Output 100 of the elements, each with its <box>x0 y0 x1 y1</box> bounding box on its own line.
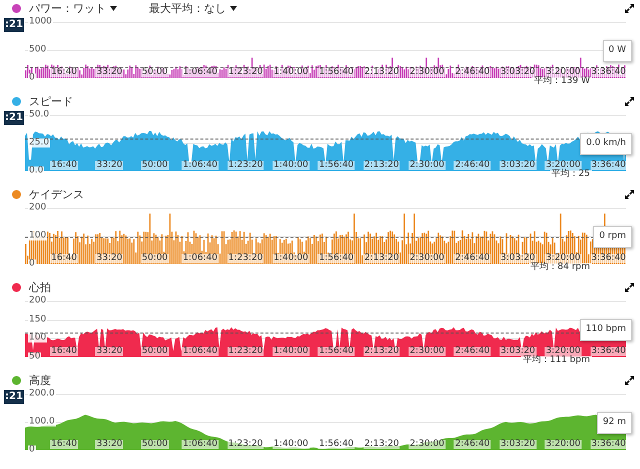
expand-icon[interactable] <box>625 376 634 384</box>
x-axis-label: 50:00 <box>140 347 169 356</box>
x-axis-label: 16:40 <box>50 440 78 449</box>
x-axis-label: 1:23:20 <box>227 161 264 170</box>
value-tooltip: 0.0 km/h <box>580 133 632 154</box>
x-axis-label: 2:46:40 <box>454 254 491 263</box>
x-axis-label: 3:20:00 <box>544 347 582 356</box>
y-axis-label: 150 <box>28 315 48 324</box>
x-axis-label: 1:56:40 <box>318 254 355 263</box>
y-axis-label: 100 <box>28 232 48 240</box>
x-axis-label: 1:40:00 <box>272 254 310 263</box>
x-axis-label: 2:30:00 <box>408 161 446 170</box>
y-axis-label: 100.0 <box>28 418 56 426</box>
y-axis-label: 0 <box>28 74 36 82</box>
x-axis-label: 2:13:20 <box>363 68 400 77</box>
y-axis-label: 1000 <box>28 18 53 26</box>
x-axis-label: 1:06:40 <box>182 440 219 449</box>
x-axis-label: 16:40 <box>50 254 78 263</box>
x-axis-label: 2:13:20 <box>363 440 400 449</box>
time-badge: :21 <box>4 111 24 125</box>
x-axis-label: 1:56:40 <box>318 347 355 356</box>
y-axis-label: 0 <box>28 260 36 268</box>
x-axis-label: 16:40 <box>50 161 78 170</box>
x-axis-label: 50:00 <box>140 254 169 263</box>
x-axis-label: 1:23:20 <box>227 254 264 263</box>
x-axis-label: 1:06:40 <box>182 68 219 77</box>
value-tooltip: 0 W <box>602 40 632 62</box>
x-axis-label: 3:20:00 <box>544 161 582 170</box>
time-badge: :21 <box>4 390 24 404</box>
x-axis-label: 2:13:20 <box>363 161 400 170</box>
y-axis-label: 500 <box>28 46 48 54</box>
x-axis-label: 3:20:00 <box>544 254 582 263</box>
expand-icon[interactable] <box>625 4 634 12</box>
x-axis-label: 3:36:40 <box>590 161 627 170</box>
dropdown-button[interactable]: パワー：ワット <box>29 2 117 14</box>
x-axis-label: 1:40:00 <box>272 68 310 77</box>
x-axis-label: 3:03:20 <box>499 161 536 170</box>
x-axis-label: 3:36:40 <box>590 254 627 263</box>
average-label: 平均：111 bpm <box>520 356 592 366</box>
x-axis-label: 1:40:00 <box>272 440 310 449</box>
x-axis-label: 1:23:20 <box>227 440 264 449</box>
y-axis-label: 50 <box>28 352 42 362</box>
x-axis-label: 2:46:40 <box>454 161 491 170</box>
x-axis-label: 1:23:20 <box>227 347 264 356</box>
x-axis-label: 3:36:40 <box>590 68 627 77</box>
x-axis-label: 33:20 <box>95 347 124 356</box>
value-tooltip: 92 m <box>596 412 632 434</box>
x-axis-label: 33:20 <box>95 440 124 449</box>
y-axis-label: 25.0 <box>28 138 50 148</box>
chart-title: 心拍 <box>29 282 51 292</box>
x-axis-label: 3:03:20 <box>499 68 536 77</box>
dropdown-button[interactable]: 最大平均：なし <box>149 2 237 14</box>
x-axis-label: 1:56:40 <box>318 68 355 77</box>
y-axis-label: 200 <box>28 296 48 306</box>
x-axis-label: 2:30:00 <box>408 440 446 449</box>
x-axis-label: 50:00 <box>140 68 169 77</box>
x-axis-label: 2:46:40 <box>454 347 491 356</box>
x-axis-label: 33:20 <box>95 161 124 170</box>
x-axis-label: 33:20 <box>95 254 124 263</box>
x-axis-label: 3:03:20 <box>499 440 536 449</box>
x-axis-label: 2:30:00 <box>408 347 446 356</box>
x-axis-label: 33:20 <box>95 68 124 77</box>
x-axis-label: 2:46:40 <box>454 440 491 449</box>
x-axis-label: 2:13:20 <box>363 254 400 263</box>
caret-icon <box>230 6 237 10</box>
x-axis-label: 16:40 <box>50 68 78 77</box>
x-axis-label: 3:03:20 <box>499 254 536 263</box>
x-axis-label: 1:56:40 <box>318 161 355 170</box>
x-axis-label: 16:40 <box>50 347 78 356</box>
value-tooltip: 110 bpm <box>580 319 632 340</box>
average-label: 平均：25 <box>550 170 592 180</box>
y-axis-label: 0 <box>28 446 36 454</box>
chart-title: スピード <box>29 96 73 106</box>
x-axis-label: 1:06:40 <box>182 161 219 170</box>
x-axis-label: 3:36:40 <box>590 440 627 449</box>
x-axis-label: 1:56:40 <box>318 440 355 449</box>
x-axis-label: 50:00 <box>140 161 169 170</box>
average-label: 平均：139 W <box>532 77 592 87</box>
x-axis-label: 2:30:00 <box>408 68 446 77</box>
x-axis-label: 3:20:00 <box>544 440 582 449</box>
x-axis-label: 3:20:00 <box>544 68 582 77</box>
x-axis-label: 1:40:00 <box>272 347 310 356</box>
expand-icon[interactable] <box>625 96 634 106</box>
y-axis-label: 0.0 <box>28 166 44 176</box>
x-axis-label: 1:40:00 <box>272 161 310 170</box>
y-axis-label: 50.0 <box>28 110 50 120</box>
y-axis-label: 200 <box>28 204 48 212</box>
x-axis-label: 3:03:20 <box>499 347 536 356</box>
expand-icon[interactable] <box>625 282 634 292</box>
x-axis-label: 2:13:20 <box>363 347 400 356</box>
x-axis-label: 1:23:20 <box>227 68 264 77</box>
expand-icon[interactable] <box>625 190 634 198</box>
x-axis-label: 2:30:00 <box>408 254 446 263</box>
x-axis-label: 3:36:40 <box>590 347 627 356</box>
y-axis-label: 200.0 <box>28 390 56 398</box>
x-axis-label: 2:46:40 <box>454 68 491 77</box>
time-badge: :21 <box>4 18 24 32</box>
x-axis-label: 1:06:40 <box>182 254 219 263</box>
x-axis-label: 1:06:40 <box>182 347 219 356</box>
caret-icon <box>110 6 117 10</box>
